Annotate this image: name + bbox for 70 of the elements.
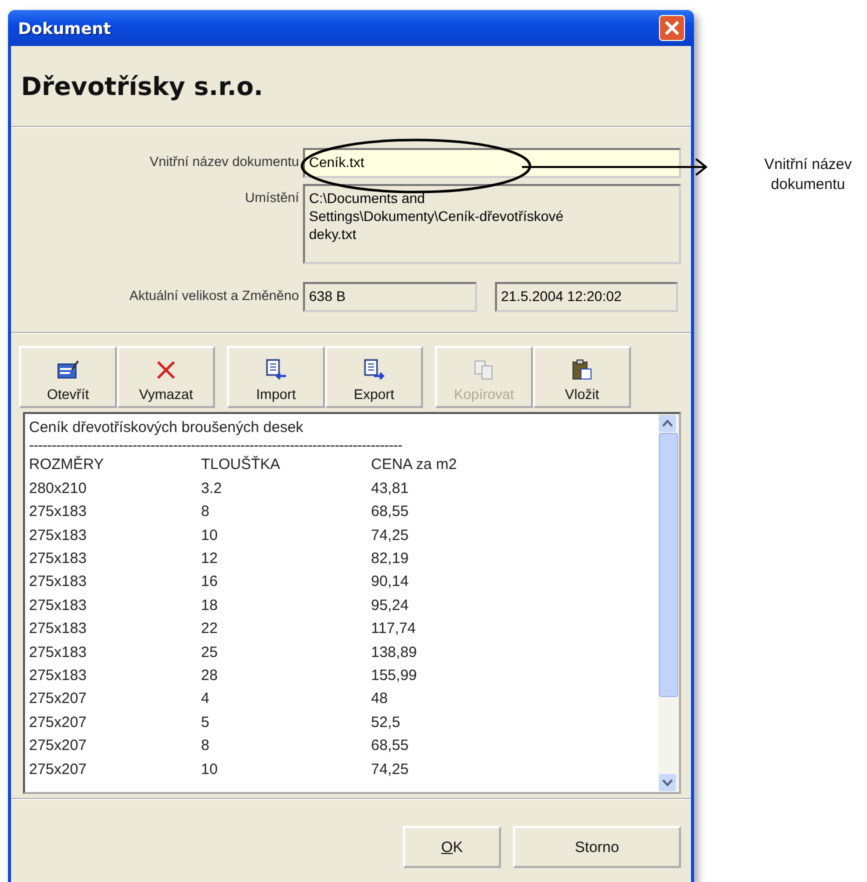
- table-cell-text: 275x183: [29, 666, 88, 686]
- table-cell-text: 18: [201, 596, 219, 616]
- table-cell-text: 280x210: [29, 478, 88, 499]
- toolbar-button[interactable]: Export: [325, 346, 423, 408]
- table-cell-text: 275x183: [29, 619, 88, 640]
- table-cell-text: 25: [201, 642, 219, 663]
- text-area[interactable]: [23, 412, 681, 794]
- toolbar-button[interactable]: Vložit: [533, 346, 631, 408]
- company-heading: Dřevotřísky s.r.o.: [21, 72, 264, 100]
- table-cell-text: 275x207: [29, 760, 88, 780]
- text-field[interactable]: C:\Documents and Settings\Dokumenty\Ceník-dřevotřískové deky.txt: [303, 184, 681, 264]
- table-cell-text: 43,81: [371, 478, 410, 499]
- table-cell-text: 12: [201, 549, 219, 570]
- table-cell-text: 52,5: [371, 712, 402, 733]
- table-cell-text: 275x207: [29, 712, 88, 733]
- clipboard-icon: [570, 358, 594, 382]
- table-cell-text: 68,55: [371, 736, 410, 756]
- field-label: Aktuální velikost a Změněno: [128, 287, 299, 303]
- table-cell-text: 90,14: [371, 572, 410, 592]
- document-title-text: Ceník dřevotřískových broušených desek: [29, 418, 304, 438]
- table-cell-text: 74,25: [371, 760, 410, 780]
- table-cell-text: 5: [201, 712, 210, 733]
- table-cell-text: 22: [201, 619, 219, 640]
- text-field[interactable]: Ceník.txt: [303, 148, 681, 178]
- table-cell-text: 275x207: [29, 689, 88, 710]
- document-arrow-icon: [362, 358, 386, 382]
- table-cell-text: 16: [201, 572, 219, 592]
- size-field: 638 B: [303, 282, 477, 312]
- scrollbar[interactable]: [658, 414, 679, 792]
- table-cell-text: 275x183: [29, 526, 88, 546]
- dialog-button[interactable]: Storno: [513, 826, 681, 868]
- table-cell-text: 68,55: [371, 502, 410, 522]
- table-cell-text: 275x183: [29, 549, 88, 570]
- table-cell-text: 4: [201, 689, 210, 710]
- close-icon[interactable]: [659, 15, 685, 41]
- window-title: Dokument: [18, 18, 111, 38]
- column-heading: ROZMĚRY: [29, 454, 105, 476]
- callout-text: Vnitřní název dokumentu: [763, 155, 853, 195]
- toolbar-button[interactable]: Otevřít: [19, 346, 117, 408]
- field-label: Umístění: [244, 189, 299, 205]
- table-cell-text: 48: [371, 689, 389, 710]
- table-cell-text: 82,19: [371, 549, 410, 570]
- table-cell-text: 275x183: [29, 596, 88, 616]
- table-cell-text: 74,25: [371, 526, 410, 546]
- separator-text: -----------------------------------------------------------------------------------: [29, 439, 404, 454]
- date-field: 21.5.2004 12:20:02: [495, 282, 678, 312]
- table-cell-text: 275x183: [29, 642, 88, 663]
- scroll-thumb[interactable]: [659, 433, 678, 697]
- table-cell-text: 8: [201, 502, 210, 522]
- scroll-up-icon[interactable]: [659, 415, 676, 432]
- table-cell-text: 275x207: [29, 736, 88, 756]
- column-heading: CENA za m2: [371, 455, 458, 476]
- table-cell-text: 275x183: [29, 572, 88, 592]
- table-cell-text: 138,89: [371, 642, 418, 663]
- table-cell-text: 117,74: [371, 619, 417, 640]
- table-cell-text: 95,24: [371, 596, 410, 616]
- table-cell-text: 10: [201, 526, 219, 546]
- document-arrow-icon: [264, 358, 288, 382]
- table-cell-text: 155,99: [371, 666, 418, 686]
- table-cell-text: 8: [201, 736, 210, 756]
- scroll-down-icon[interactable]: [659, 774, 676, 791]
- column-heading: TLOUŠŤKA: [201, 454, 282, 476]
- table-cell-text: 28: [201, 666, 219, 686]
- field-label: Vnitřní název dokumentu: [148, 153, 299, 169]
- table-cell-text: 275x183: [29, 502, 88, 522]
- table-cell-text: 3.2: [201, 478, 223, 499]
- toolbar-button[interactable]: Vymazat: [117, 346, 215, 408]
- toolbar-button[interactable]: Import: [227, 346, 325, 408]
- table-cell-text: 10: [201, 760, 219, 780]
- dialog-button[interactable]: OK: [403, 826, 501, 868]
